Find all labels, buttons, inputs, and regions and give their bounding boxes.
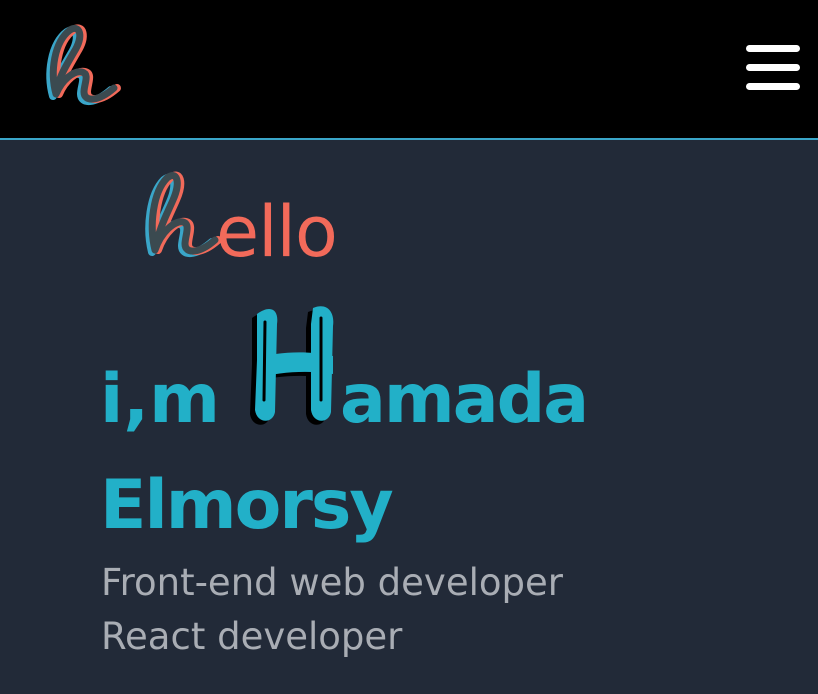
first-name-rest: amada bbox=[340, 360, 589, 439]
menu-bar bbox=[746, 45, 800, 52]
intro-prefix: i,m bbox=[100, 360, 244, 439]
H-letter-icon bbox=[237, 300, 345, 426]
greeting-text: ello bbox=[216, 191, 338, 273]
hamburger-menu-icon[interactable] bbox=[744, 42, 802, 94]
h-letter-icon bbox=[143, 166, 223, 262]
surname: Elmorsy bbox=[100, 466, 394, 545]
h-logo-icon[interactable] bbox=[40, 22, 124, 116]
menu-bar bbox=[746, 83, 800, 90]
navbar bbox=[0, 0, 818, 140]
role-text: Front-end web developer bbox=[101, 561, 563, 604]
menu-bar bbox=[746, 64, 800, 71]
hero-section: ello i,m amada Elmorsy Front-end web dev… bbox=[0, 140, 818, 694]
role-text: React developer bbox=[101, 615, 403, 658]
